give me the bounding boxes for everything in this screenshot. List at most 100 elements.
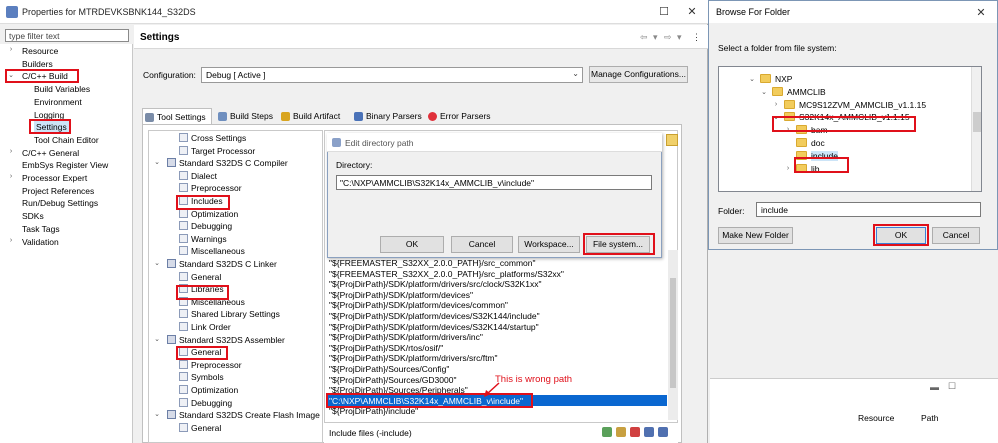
include-path-item[interactable]: "${ProjDirPath}/SDK/platform/drivers/inc…: [329, 332, 483, 343]
folder-item[interactable]: S32K14x_AMMCLIB_v1.1.15: [784, 111, 910, 124]
tool-tree-item[interactable]: Standard S32DS Create Flash Image: [167, 409, 320, 421]
include-path-item[interactable]: "${FREEMASTER_S32XX_2.0.0_PATH}/src_plat…: [329, 269, 564, 280]
tool-tree-item[interactable]: Includes: [179, 195, 223, 207]
folder-item[interactable]: doc: [796, 137, 825, 150]
tree-twisty-icon[interactable]: ›: [772, 101, 780, 108]
tool-tree-item[interactable]: Standard S32DS C Compiler: [167, 157, 288, 169]
tab-build-artifact[interactable]: Build Artifact: [279, 108, 340, 124]
add-path-icon[interactable]: [666, 134, 678, 146]
delete-file-icon[interactable]: [630, 427, 640, 437]
collapse-icon[interactable]: ⌄: [153, 335, 161, 343]
back-dropdown-icon[interactable]: ▾: [653, 32, 658, 43]
tree-twisty-icon[interactable]: ⌄: [7, 71, 15, 79]
include-path-item[interactable]: "${ProjDirPath}/Sources/GD3000": [329, 375, 456, 386]
tree-twisty-icon[interactable]: ›: [784, 165, 792, 172]
tree-twisty-icon[interactable]: ›: [7, 148, 15, 155]
tree-item[interactable]: Resource: [22, 45, 58, 57]
maximize-view-icon[interactable]: ☐: [948, 381, 956, 392]
edit-ok-button[interactable]: OK: [380, 236, 444, 253]
configuration-select[interactable]: Debug [ Active ] ⌄: [201, 67, 583, 83]
include-path-item[interactable]: "${ProjDirPath}/SDK/platform/drivers/src…: [329, 279, 541, 290]
include-path-item[interactable]: "${ProjDirPath}/Sources/Config": [329, 364, 449, 375]
tool-tree-item[interactable]: General: [179, 422, 221, 434]
minimize-icon[interactable]: ▬: [930, 382, 939, 392]
tool-tree-item[interactable]: Standard S32DS C Linker: [167, 258, 277, 270]
include-path-item[interactable]: "${ProjDirPath}/SDK/platform/drivers/src…: [329, 353, 498, 364]
tree-twisty-icon[interactable]: ›: [784, 126, 792, 133]
column-resource[interactable]: Resource: [858, 413, 894, 423]
forward-dropdown-icon[interactable]: ▾: [677, 32, 682, 43]
tree-item[interactable]: C/C++ Build: [22, 70, 68, 82]
menu-icon[interactable]: ⋮: [692, 32, 701, 43]
include-list-scrollbar[interactable]: [668, 250, 678, 420]
tab-build-steps[interactable]: Build Steps: [216, 108, 273, 124]
collapse-icon[interactable]: ⌄: [153, 410, 161, 418]
folder-item[interactable]: include: [796, 150, 838, 163]
tree-item[interactable]: Validation: [22, 236, 59, 248]
tool-tree-item[interactable]: Shared Library Settings: [179, 308, 280, 320]
tree-item[interactable]: Environment: [34, 96, 82, 108]
folder-item[interactable]: NXP: [760, 73, 792, 86]
tree-item[interactable]: Task Tags: [22, 223, 60, 235]
tool-tree-item[interactable]: Preprocessor: [179, 182, 242, 194]
browse-cancel-button[interactable]: Cancel: [932, 227, 980, 244]
tree-item[interactable]: Tool Chain Editor: [34, 134, 99, 146]
tree-twisty-icon[interactable]: ›: [7, 237, 15, 244]
move-up-icon[interactable]: [644, 427, 654, 437]
folder-item[interactable]: lib: [796, 163, 820, 176]
maximize-icon[interactable]: ☐: [656, 4, 672, 20]
tree-twisty-icon[interactable]: ⌄: [760, 88, 768, 96]
scrollbar-thumb[interactable]: [670, 278, 676, 388]
add-workspace-file-icon[interactable]: [616, 427, 626, 437]
tree-item[interactable]: Project References: [22, 185, 94, 197]
tree-item[interactable]: Build Variables: [34, 83, 90, 95]
collapse-icon[interactable]: ⌄: [153, 158, 161, 166]
tool-tree-item[interactable]: Warnings: [179, 233, 227, 245]
tree-item[interactable]: Processor Expert: [22, 172, 87, 184]
tool-tree-item[interactable]: Preprocessor: [179, 359, 242, 371]
tree-item[interactable]: Logging: [34, 109, 64, 121]
include-path-item[interactable]: "${ProjDirPath}/SDK/rtos/osif/": [329, 343, 443, 354]
tree-item[interactable]: Run/Debug Settings: [22, 197, 98, 209]
collapse-icon[interactable]: ⌄: [153, 259, 161, 267]
tool-tree-item[interactable]: Miscellaneous: [179, 245, 245, 257]
include-path-item[interactable]: "${ProjDirPath}/SDK/platform/devices/S32…: [329, 322, 539, 333]
tab-tool-settings[interactable]: Tool Settings: [142, 108, 212, 124]
browse-ok-button[interactable]: OK: [876, 227, 926, 244]
tool-tree-item[interactable]: Debugging: [179, 397, 232, 409]
tool-tree-item[interactable]: Debugging: [179, 220, 232, 232]
make-new-folder-button[interactable]: Make New Folder: [718, 227, 793, 244]
tool-tree-item[interactable]: Link Order: [179, 321, 231, 333]
tree-twisty-icon[interactable]: ⌄: [772, 113, 780, 121]
tree-twisty-icon[interactable]: ›: [7, 173, 15, 180]
tree-item[interactable]: Settings: [34, 121, 69, 134]
folder-item[interactable]: AMMCLIB: [772, 86, 826, 99]
tool-tree-item[interactable]: General: [179, 271, 221, 283]
include-path-item[interactable]: "${FREEMASTER_S32XX_2.0.0_PATH}/src_comm…: [329, 258, 536, 269]
include-path-item[interactable]: "${ProjDirPath}/include": [329, 406, 418, 417]
forward-icon[interactable]: ⇨: [664, 32, 672, 43]
folder-item[interactable]: MC9S12ZVM_AMMCLIB_v1.1.15: [784, 99, 926, 112]
manage-configurations-button[interactable]: Manage Configurations...: [589, 66, 688, 83]
directory-input[interactable]: "C:\NXP\AMMCLIB\S32K14x_AMMCLIB_v\includ…: [336, 175, 652, 190]
workspace-button[interactable]: Workspace...: [518, 236, 580, 253]
tool-tree-item[interactable]: Dialect: [179, 170, 217, 182]
tree-item[interactable]: Builders: [22, 58, 53, 70]
tool-tree-item[interactable]: Miscellaneous: [179, 296, 245, 308]
back-icon[interactable]: ⇦: [640, 32, 648, 43]
tool-tree-item[interactable]: Standard S32DS Assembler: [167, 334, 285, 346]
filter-input[interactable]: type filter text: [5, 29, 129, 42]
add-file-icon[interactable]: [602, 427, 612, 437]
folder-item[interactable]: bam: [796, 124, 828, 137]
scrollbar-thumb[interactable]: [973, 112, 981, 132]
column-path[interactable]: Path: [921, 413, 939, 423]
folder-tree-scrollbar[interactable]: [971, 67, 981, 191]
folder-input[interactable]: include: [756, 202, 981, 217]
include-path-item[interactable]: "${ProjDirPath}/SDK/platform/devices/S32…: [329, 311, 540, 322]
close-icon[interactable]: ✕: [684, 4, 700, 20]
tool-tree-item[interactable]: Cross Settings: [179, 132, 246, 144]
include-path-item[interactable]: "${ProjDirPath}/SDK/platform/devices": [329, 290, 473, 301]
tool-tree-item[interactable]: General: [179, 346, 221, 358]
tree-item[interactable]: C/C++ General: [22, 147, 79, 159]
tree-twisty-icon[interactable]: ⌄: [748, 75, 756, 83]
